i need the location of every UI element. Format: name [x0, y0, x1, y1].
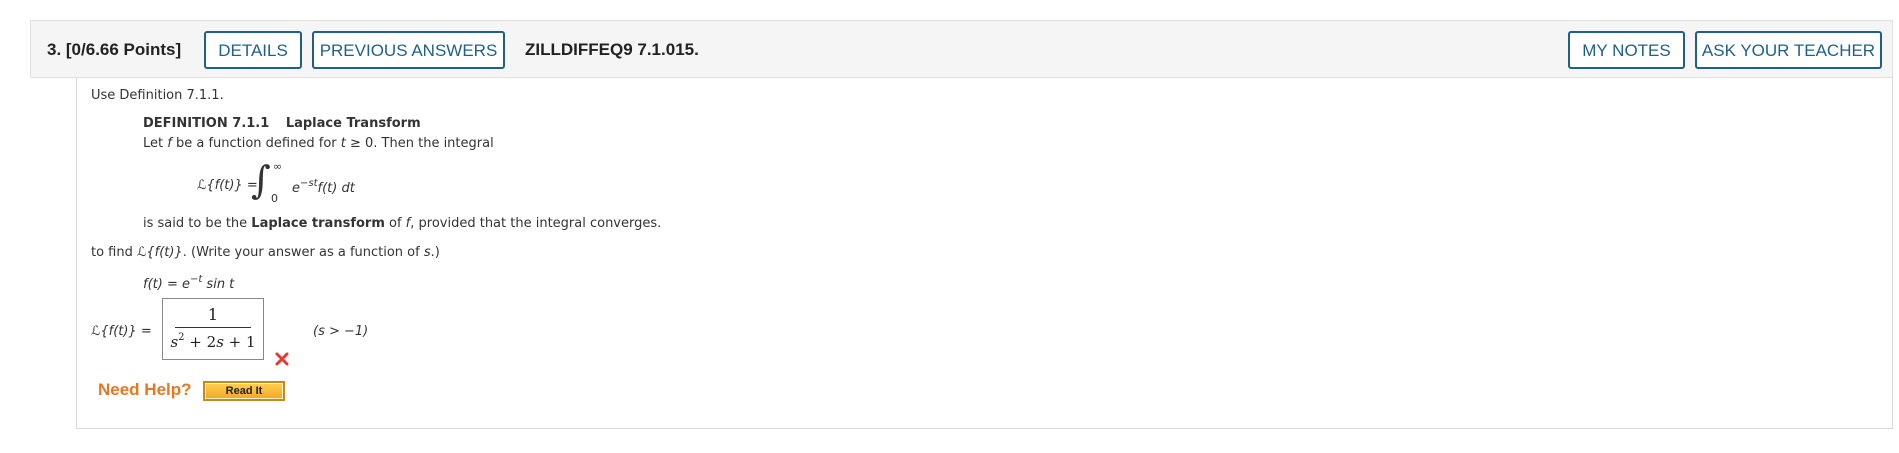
integrand-base: e [292, 181, 300, 196]
previous-answers-button[interactable]: PREVIOUS ANSWERS [312, 31, 505, 69]
formula-lhs: ℒ{f(t)} = [197, 178, 258, 193]
given-rhs: sin t [202, 277, 235, 292]
fraction-bar [175, 327, 251, 328]
answer-label: ℒ{f(t)} = [91, 324, 152, 339]
den-var: s [170, 333, 179, 351]
question-points: 3. [0/6.66 Points] [47, 40, 182, 59]
task-part: . (Write your answer as a function of [182, 245, 424, 260]
definition-line-2: is said to be the Laplace transform of f… [143, 216, 661, 231]
read-it-button[interactable]: Read It [203, 381, 285, 401]
integral-sign: ∫ [251, 158, 271, 202]
integral-lower-limit: 0 [271, 192, 278, 205]
integrand: e−stf(t) dt [292, 178, 355, 196]
def-text: , provided that the integral converges. [410, 216, 662, 231]
ask-your-teacher-button[interactable]: ASK YOUR TEACHER [1695, 31, 1882, 69]
def-text: be a function defined for [171, 136, 341, 151]
definition-line-1: Let f be a function defined for t ≥ 0. T… [143, 136, 494, 151]
question-code: ZILLDIFFEQ9 7.1.015. [525, 40, 699, 59]
task-text: to find ℒ{f(t)}. (Write your answer as a… [91, 245, 440, 260]
given-exponent: −t [189, 274, 203, 285]
def-bold-term: Laplace transform [251, 216, 385, 231]
red-x-icon [275, 352, 289, 366]
task-part: .) [430, 245, 440, 260]
answer-denominator: s2 + 2s + 1 [163, 332, 263, 351]
def-text: Let [143, 136, 168, 151]
my-notes-button[interactable]: MY NOTES [1568, 31, 1685, 69]
answer-input[interactable]: 1 s2 + 2s + 1 [162, 298, 264, 360]
question-header: 3. [0/6.66 Points] DETAILS PREVIOUS ANSW… [30, 20, 1893, 78]
den-term: + 2 [184, 333, 217, 351]
den-term: + 1 [223, 333, 256, 351]
given-lhs: f(t) = e [143, 277, 190, 292]
details-button[interactable]: DETAILS [204, 31, 302, 69]
definition-heading: DEFINITION 7.1.1 Laplace Transform [143, 116, 421, 131]
task-expression: ℒ{f(t)} [137, 245, 183, 260]
integrand-rest: f(t) dt [317, 181, 355, 196]
def-text: of [384, 216, 406, 231]
need-help-label: Need Help? [98, 380, 192, 399]
def-text: ≥ 0. Then the integral [345, 136, 494, 151]
den-var: s [216, 333, 224, 351]
task-part: to find [91, 245, 137, 260]
definition-title: Laplace Transform [285, 116, 421, 131]
answer-numerator: 1 [207, 305, 219, 324]
def-text: is said to be the [143, 216, 252, 231]
definition-number: DEFINITION 7.1.1 [143, 116, 270, 131]
task-var: s [423, 245, 431, 260]
intro-text: Use Definition 7.1.1. [91, 88, 224, 103]
integrand-exponent: −st [300, 178, 318, 189]
domain-condition: (s > −1) [313, 324, 369, 339]
integral-upper-limit: ∞ [273, 160, 283, 173]
given-function: f(t) = e−t sin t [143, 274, 234, 292]
